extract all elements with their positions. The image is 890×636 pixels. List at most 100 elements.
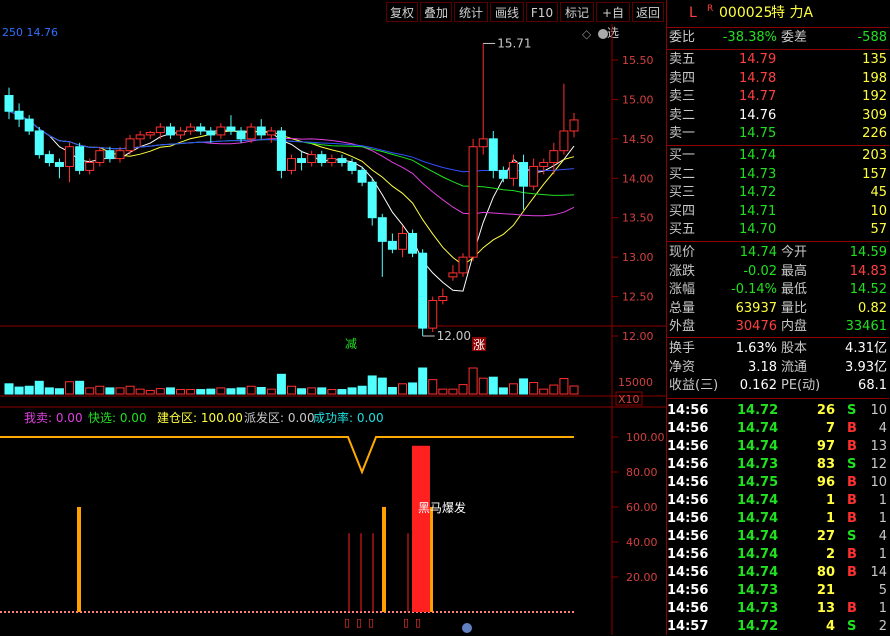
- trade-count: 2: [878, 619, 887, 634]
- indicator-annotation: 黑马爆发: [418, 500, 466, 515]
- volume-bar: [468, 367, 478, 395]
- draw-line-button[interactable]: 画线: [490, 2, 524, 22]
- fund-value: 68.1: [858, 378, 887, 394]
- price-axis: 15.50 15.00 14.50 14.00 13.50 13.00 12.50 12.00: [612, 54, 654, 343]
- trade-side: S: [847, 403, 857, 418]
- candle-body: [478, 138, 488, 148]
- fund-label: 换手: [669, 341, 696, 356]
- mark-button[interactable]: 标记: [560, 2, 594, 22]
- stat-value: 63937: [735, 300, 777, 316]
- candle-body: [307, 154, 317, 164]
- volume-bar: [287, 385, 296, 395]
- stat-label: 总量: [669, 300, 696, 316]
- trade-time: 14:56: [667, 475, 709, 490]
- back-button[interactable]: 返回: [632, 2, 664, 22]
- candle-body: [498, 169, 508, 179]
- bid-volume: 10: [870, 203, 887, 219]
- trade-row: 14:56 14.74 1 B 1: [667, 492, 889, 510]
- fund-label: 流通: [781, 359, 808, 375]
- candle-body: [397, 232, 407, 250]
- trade-time: 14:57: [667, 619, 709, 634]
- candle-body: [216, 126, 226, 136]
- candle-body: [559, 130, 569, 152]
- candle-body: [519, 162, 529, 187]
- trade-price: 14.74: [737, 421, 779, 436]
- stats-row: 外盘 30476 内盘 33461: [667, 318, 889, 336]
- add-favorite-button[interactable]: +自选: [596, 2, 630, 40]
- fund-label: PE(动): [781, 378, 821, 394]
- f10-button[interactable]: F10: [526, 2, 558, 22]
- trade-price: 14.73: [737, 601, 779, 616]
- ma-label: 250 14.76: [2, 26, 58, 39]
- volume-bar: [569, 385, 579, 395]
- trade-price: 14.74: [737, 493, 779, 508]
- fundamentals-row: 收益(三) 0.162 PE(动) 68.1: [667, 377, 889, 395]
- stat-label: 最低: [781, 282, 808, 298]
- webi-value: -38.38%: [722, 30, 777, 45]
- candle-body: [327, 158, 337, 164]
- candle-body: [276, 130, 286, 171]
- stock-code: 000025: [719, 5, 773, 21]
- trade-time: 14:56: [667, 601, 709, 616]
- bid-price: 14.72: [739, 185, 777, 201]
- candle-body: [428, 300, 438, 329]
- volume-bar: [276, 373, 286, 395]
- candle-body: [115, 150, 125, 160]
- bottom-marker: ▯: [356, 616, 362, 629]
- volume-bar: [327, 389, 337, 395]
- legend-success-rate: 成功率: 0.00: [313, 411, 384, 425]
- trade-volume: 83: [816, 457, 835, 472]
- volume-bar: [155, 388, 165, 395]
- ask-price: 14.77: [739, 89, 777, 105]
- candle-body: [529, 165, 539, 187]
- kline-chart[interactable]: 15.50 15.00 14.50 14.00 13.50 13.00 12.50 12.00…: [0, 24, 666, 635]
- ask-volume: 309: [862, 107, 887, 123]
- ask-label: 卖四: [669, 70, 696, 86]
- settings-icon[interactable]: [598, 29, 608, 39]
- candle-body: [105, 150, 115, 160]
- volume-bars: [4, 367, 579, 395]
- volume-bar: [539, 388, 549, 395]
- fuquan-button[interactable]: 复权: [386, 2, 418, 22]
- bottom-marker: ▯: [403, 616, 409, 629]
- overlay-button[interactable]: 叠加: [420, 2, 452, 22]
- moving-average-lines: [8, 110, 575, 292]
- ask-row: 卖五 14.79 135: [667, 51, 889, 69]
- indicator-panel: 100.00 80.00 60.00 40.00 20.00 ▯ ▯ ▯ ▯ ▯: [0, 431, 665, 629]
- trade-price: 14.72: [737, 619, 779, 634]
- ask-label: 卖二: [669, 107, 696, 123]
- price-tick-label: 15.00: [622, 93, 654, 106]
- ask-label: 卖五: [669, 52, 696, 67]
- legend-pai-fa: 派发区: 0.00: [244, 411, 315, 425]
- volume-bar: [196, 389, 206, 395]
- candle-body: [539, 162, 549, 167]
- price-tick-label: 15.50: [622, 54, 654, 67]
- stat-value: -0.14%: [731, 282, 777, 298]
- trade-row: 14:56 14.73 21 5: [667, 582, 889, 600]
- bottom-marker: ▯: [344, 616, 350, 629]
- candle-body: [367, 181, 377, 219]
- volume-bar: [387, 387, 397, 395]
- price-tick-label: 12.00: [622, 330, 654, 343]
- fund-value: 4.31亿: [845, 341, 887, 356]
- high-price-marker: 15.71: [497, 36, 531, 50]
- volume-bar: [478, 377, 488, 395]
- trade-row: 14:56 14.75 96 B 10: [667, 474, 889, 492]
- stats-button[interactable]: 统计: [454, 2, 488, 22]
- volume-bar: [377, 377, 387, 395]
- ask-label: 卖一: [669, 126, 696, 142]
- price-tick-label: 13.00: [622, 251, 654, 264]
- stat-value: 14.74: [739, 245, 777, 260]
- fund-value: 3.18: [748, 359, 777, 375]
- volume-bar: [448, 388, 458, 395]
- volume-bar: [135, 388, 145, 395]
- diamond-icon[interactable]: ◇: [582, 27, 592, 41]
- candle-body: [236, 130, 246, 140]
- stat-label: 涨跌: [669, 263, 696, 279]
- candle-body: [297, 158, 307, 164]
- volume-bar: [266, 388, 276, 395]
- candle-body: [508, 162, 518, 179]
- bid-volume: 157: [862, 166, 887, 182]
- volume-bar: [145, 389, 155, 395]
- candle-body: [196, 126, 206, 132]
